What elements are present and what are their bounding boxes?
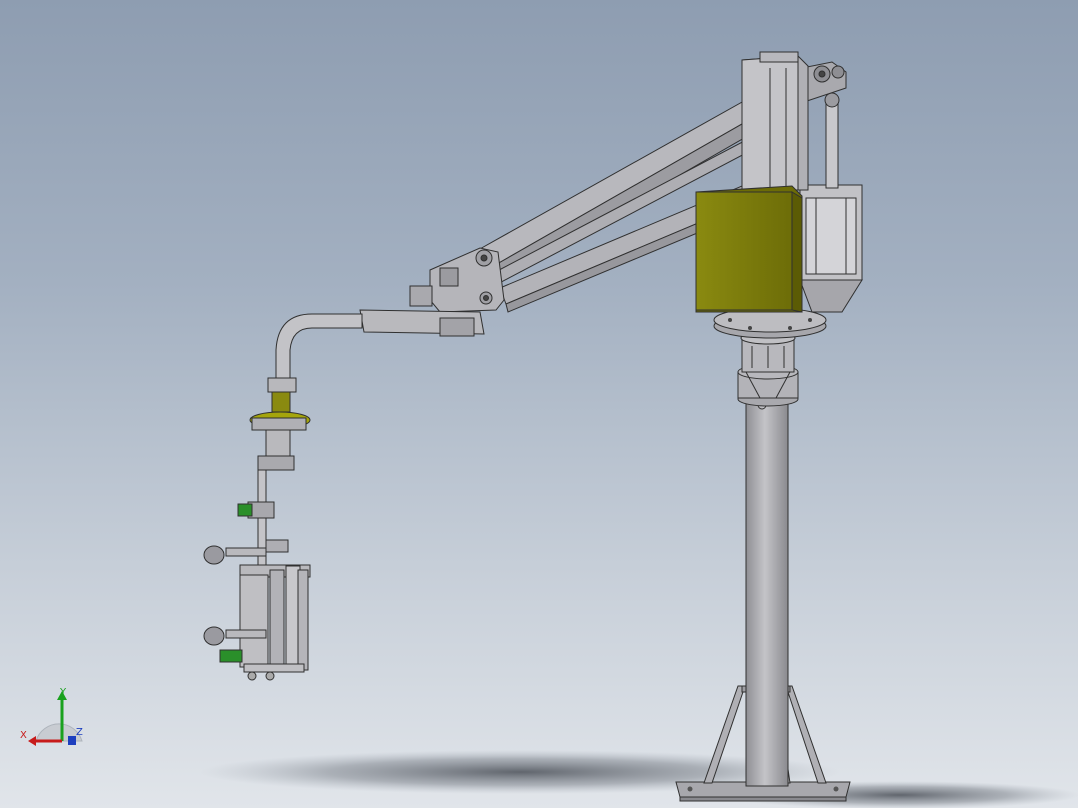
z-axis-label: Z [76, 727, 83, 738]
y-axis-label: Y [60, 687, 67, 698]
manipulator-3d-model[interactable] [0, 0, 1078, 808]
tool-stem [249, 377, 311, 471]
triad-axes [28, 691, 83, 746]
elbow-joint [409, 247, 505, 313]
tower-housing [741, 51, 809, 191]
x-axis-label: X [20, 730, 27, 741]
forearm [275, 309, 485, 381]
vacuum-gripper [203, 469, 311, 681]
pneumatic-cylinder [799, 92, 863, 313]
control-box [695, 185, 803, 313]
pillar-column [737, 331, 799, 787]
cad-graphics-area[interactable]: X Y Z [0, 0, 1078, 808]
z-axis-marker [68, 736, 76, 745]
coordinate-triad: X Y Z [18, 685, 90, 750]
